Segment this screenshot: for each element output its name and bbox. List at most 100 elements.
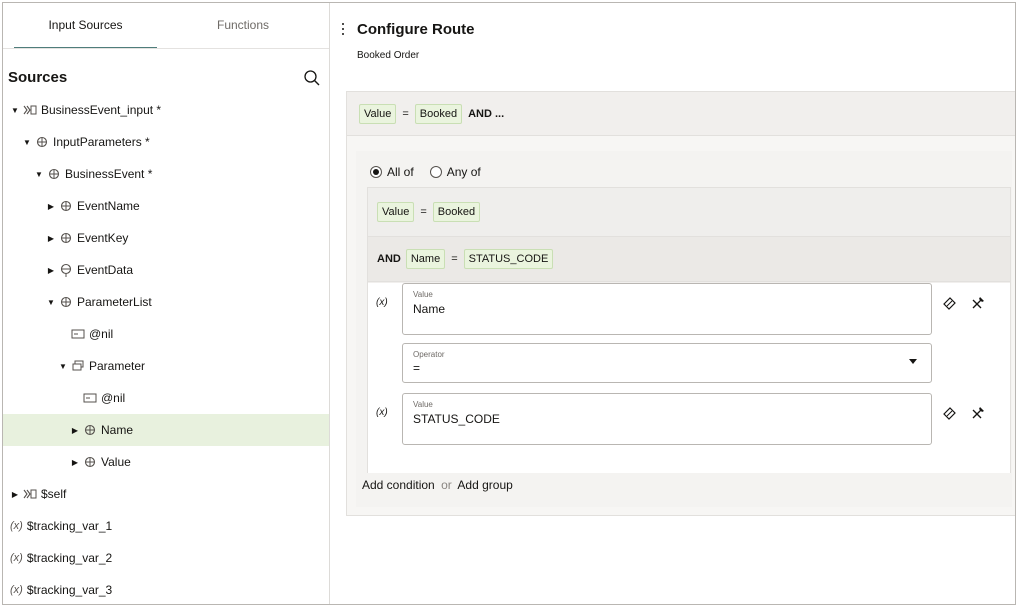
condition-right-chip: STATUS_CODE bbox=[463, 249, 554, 269]
search-button[interactable] bbox=[303, 69, 321, 87]
condition-summary[interactable]: Value = Booked AND ... bbox=[347, 92, 1015, 136]
operator-label: Operator bbox=[413, 350, 445, 359]
expression-builder-left-button[interactable] bbox=[970, 295, 986, 311]
tree-item[interactable]: ▶ EventKey bbox=[3, 222, 329, 254]
page-subtitle: Booked Order bbox=[357, 50, 420, 61]
clear-right-button[interactable] bbox=[942, 405, 958, 421]
tree-item[interactable]: ▼ InputParameters * bbox=[3, 126, 329, 158]
right-value-field[interactable]: Value STATUS_CODE bbox=[402, 393, 932, 445]
all-of-label: All of bbox=[387, 165, 414, 179]
right-value-label: Value bbox=[413, 400, 433, 409]
summary-suffix: AND ... bbox=[468, 107, 505, 120]
variable-icon: (x) bbox=[10, 584, 23, 596]
condition-row-selected[interactable]: AND Name = STATUS_CODE bbox=[368, 237, 1010, 282]
eraser-icon bbox=[943, 407, 956, 420]
tab-input-sources[interactable]: Input Sources bbox=[14, 3, 157, 47]
tree-item-label: EventName bbox=[77, 199, 140, 213]
tree-item-label: @nil bbox=[89, 327, 114, 341]
condition-right-chip: Booked bbox=[432, 202, 481, 222]
expand-right-icon[interactable]: ▶ bbox=[10, 490, 20, 499]
chevron-down-icon bbox=[909, 359, 917, 364]
more-options-icon[interactable] bbox=[340, 23, 346, 37]
tree-item[interactable]: ▶ EventName bbox=[3, 190, 329, 222]
or-text: or bbox=[441, 478, 452, 492]
left-value-label: Value bbox=[413, 290, 433, 299]
tree-item[interactable]: (x) $tracking_var_1 bbox=[3, 510, 329, 542]
summary-right-chip: Booked bbox=[414, 103, 463, 124]
tree-item-label: $self bbox=[41, 487, 67, 501]
add-links: Add condition or Add group bbox=[362, 478, 513, 492]
left-value-text: Name bbox=[413, 302, 446, 316]
tree-item[interactable]: ▶ Value bbox=[3, 446, 329, 478]
expand-down-icon[interactable]: ▼ bbox=[10, 106, 20, 115]
condition-left-chip: Value bbox=[377, 202, 415, 222]
repeating-element-icon bbox=[71, 359, 85, 373]
element-icon bbox=[83, 455, 97, 469]
element-icon bbox=[83, 423, 97, 437]
element-icon bbox=[59, 231, 73, 245]
summary-left-chip: Value bbox=[359, 103, 397, 124]
expand-down-icon[interactable]: ▼ bbox=[58, 362, 68, 371]
clear-left-button[interactable] bbox=[942, 295, 958, 311]
expand-down-icon[interactable]: ▼ bbox=[22, 138, 32, 147]
variable-icon: (x) bbox=[10, 520, 23, 532]
all-of-radio[interactable]: All of bbox=[370, 165, 414, 179]
element-optional-icon bbox=[59, 263, 73, 277]
add-group-link[interactable]: Add group bbox=[457, 478, 512, 492]
any-of-label: Any of bbox=[446, 165, 481, 179]
sources-heading: Sources bbox=[8, 69, 68, 86]
tree-item-label: BusinessEvent * bbox=[65, 167, 153, 181]
expression-marker: (x) bbox=[376, 297, 388, 308]
tree-item-label: EventData bbox=[77, 263, 134, 277]
tree-item-label: BusinessEvent_input * bbox=[41, 103, 162, 117]
tree-item[interactable]: (x) $tracking_var_3 bbox=[3, 574, 329, 604]
expand-down-icon[interactable]: ▼ bbox=[46, 298, 56, 307]
tree-item-label: Name bbox=[101, 423, 134, 437]
expand-down-icon[interactable]: ▼ bbox=[34, 170, 44, 179]
element-icon bbox=[35, 135, 49, 149]
tabs-divider bbox=[3, 48, 329, 49]
tree-item-label: Parameter bbox=[89, 359, 146, 373]
right-value-text: STATUS_CODE bbox=[413, 412, 500, 426]
condition-operator: = bbox=[420, 206, 427, 218]
add-condition-link[interactable]: Add condition bbox=[362, 478, 435, 492]
tree-item[interactable]: ▼ BusinessEvent * bbox=[3, 158, 329, 190]
operator-select[interactable]: Operator = bbox=[402, 343, 932, 383]
tree-item[interactable]: @nil bbox=[3, 382, 329, 414]
tree-item-label: Value bbox=[101, 455, 131, 469]
mapper-window: Input Sources Functions Sources ▼ Busines… bbox=[2, 2, 1016, 605]
any-of-radio[interactable]: Any of bbox=[429, 165, 481, 179]
expand-right-icon[interactable]: ▶ bbox=[70, 426, 80, 435]
sources-panel: Input Sources Functions Sources ▼ Busines… bbox=[3, 3, 330, 604]
attribute-icon bbox=[83, 391, 97, 405]
condition-operator: = bbox=[451, 253, 458, 265]
tree-item-label: ParameterList bbox=[77, 295, 152, 309]
tree-item-selected[interactable]: ▶ Name bbox=[3, 414, 329, 446]
attribute-icon bbox=[71, 327, 85, 341]
json-source-icon bbox=[23, 487, 37, 501]
variable-icon: (x) bbox=[10, 552, 23, 564]
expression-builder-right-button[interactable] bbox=[970, 405, 986, 421]
condition-list: Value = Booked AND Name = STATUS_CODE (x… bbox=[367, 187, 1011, 473]
expand-right-icon[interactable]: ▶ bbox=[70, 458, 80, 467]
page-title: Configure Route bbox=[357, 21, 475, 38]
expand-right-icon[interactable]: ▶ bbox=[46, 234, 56, 243]
tab-functions[interactable]: Functions bbox=[173, 3, 313, 47]
tree-item-label: @nil bbox=[101, 391, 126, 405]
tree-item[interactable]: ▶ $self bbox=[3, 478, 329, 510]
json-source-icon bbox=[23, 103, 37, 117]
left-value-field[interactable]: Value Name bbox=[402, 283, 932, 335]
tree-item[interactable]: ▶ EventData bbox=[3, 254, 329, 286]
condition-row[interactable]: Value = Booked bbox=[368, 188, 1010, 237]
expand-right-icon[interactable]: ▶ bbox=[46, 266, 56, 275]
tree-item-label: $tracking_var_3 bbox=[26, 583, 113, 597]
tree-item[interactable]: ▼ Parameter bbox=[3, 350, 329, 382]
tree-item[interactable]: (x) $tracking_var_2 bbox=[3, 542, 329, 574]
expand-right-icon[interactable]: ▶ bbox=[46, 202, 56, 211]
summary-operator: = bbox=[402, 107, 409, 120]
tree-item[interactable]: @nil bbox=[3, 318, 329, 350]
tree-item[interactable]: ▼ ParameterList bbox=[3, 286, 329, 318]
element-icon bbox=[47, 167, 61, 181]
tree-item-label: InputParameters * bbox=[53, 135, 150, 149]
tree-item[interactable]: ▼ BusinessEvent_input * bbox=[3, 94, 329, 126]
